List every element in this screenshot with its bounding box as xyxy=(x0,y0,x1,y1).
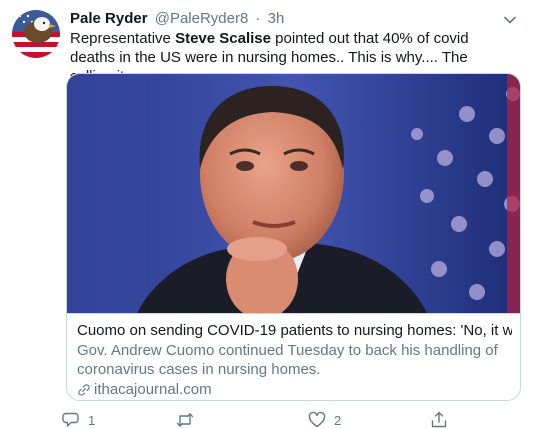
display-name[interactable]: Pale Ryder xyxy=(70,10,148,27)
share-button[interactable] xyxy=(430,411,448,429)
separator-dot: · xyxy=(255,10,261,27)
link-icon xyxy=(78,383,90,396)
card-body: Cuomo on sending COVID-19 patients to nu… xyxy=(67,313,520,400)
retweet-button[interactable] xyxy=(176,411,202,429)
like-button[interactable]: 2 xyxy=(308,411,341,429)
card-photo-man-with-fist xyxy=(67,74,520,313)
tweet-header: Pale Ryder @PaleRyder8 · 3h xyxy=(70,10,506,28)
heart-icon xyxy=(308,411,326,428)
timestamp[interactable]: 3h xyxy=(268,10,285,27)
card-domain-text: ithacajournal.com xyxy=(94,381,212,398)
link-card[interactable]: Cuomo on sending COVID-19 patients to nu… xyxy=(66,73,521,401)
card-title[interactable]: Cuomo on sending COVID-19 patients to nu… xyxy=(77,321,512,340)
reply-count: 1 xyxy=(88,412,96,428)
chevron-down-icon[interactable] xyxy=(502,12,518,28)
reply-button[interactable]: 1 xyxy=(62,411,95,429)
avatar-eagle-flag-image xyxy=(12,10,60,58)
handle[interactable]: @PaleRyder8 xyxy=(155,10,249,27)
like-count: 2 xyxy=(334,412,342,428)
tweet-text-start: Representative xyxy=(70,30,176,47)
tweet-text-bold: Steve Scalise xyxy=(175,30,271,47)
tweet-actions: 1 2 xyxy=(62,411,522,429)
card-description: Gov. Andrew Cuomo continued Tuesday to b… xyxy=(77,342,498,378)
avatar[interactable] xyxy=(12,10,60,58)
tweet[interactable]: Pale Ryder @PaleRyder8 · 3h Representati… xyxy=(0,0,536,429)
retweet-icon xyxy=(176,413,194,427)
share-icon xyxy=(431,411,447,428)
reply-icon xyxy=(62,412,79,427)
card-domain[interactable]: ithacajournal.com xyxy=(77,380,512,399)
card-image xyxy=(67,74,520,313)
